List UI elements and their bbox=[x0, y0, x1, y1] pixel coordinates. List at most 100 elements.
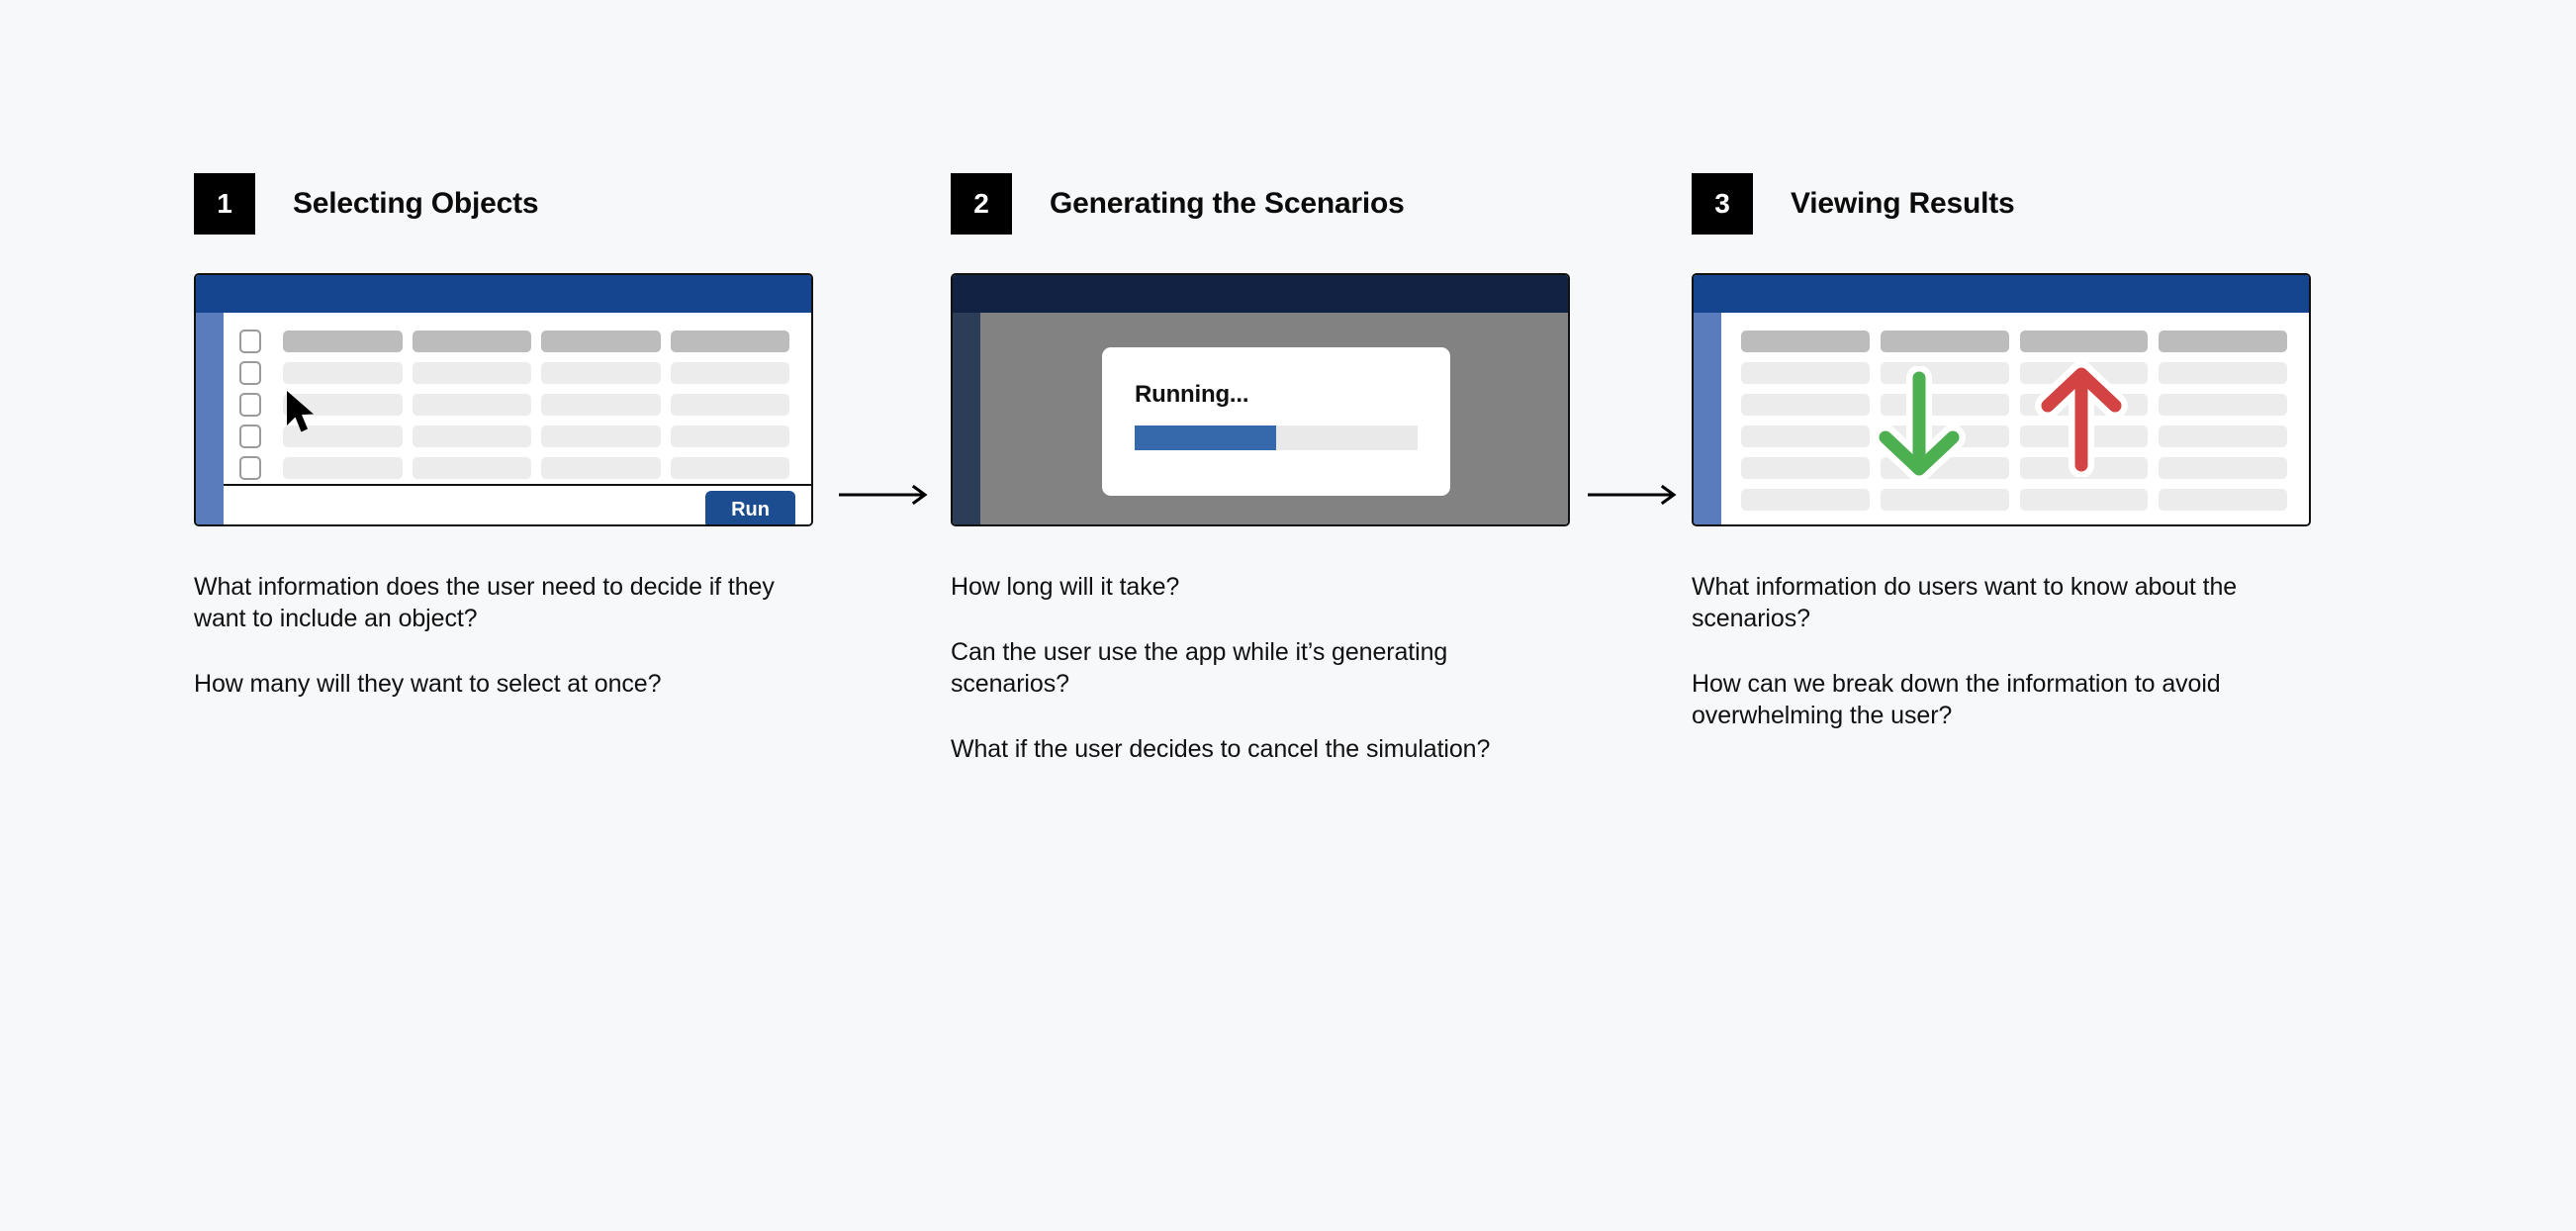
step-3-number-badge: 3 bbox=[1692, 173, 1753, 235]
step-column-1: 1 Selecting Objects Run What information… bbox=[194, 173, 819, 700]
table-cell bbox=[283, 394, 403, 416]
column-header-cell bbox=[1741, 331, 1870, 352]
column-header-cell bbox=[2159, 331, 2287, 352]
step-2-app-window: Running... bbox=[951, 273, 1570, 526]
row-checkbox[interactable] bbox=[239, 425, 261, 448]
table-cell bbox=[1741, 362, 1870, 384]
table-row[interactable] bbox=[1741, 484, 2287, 516]
table-cell bbox=[541, 362, 661, 384]
column-header-cell bbox=[541, 331, 661, 352]
step-1-title: Selecting Objects bbox=[293, 187, 539, 220]
progress-bar bbox=[1135, 426, 1418, 450]
select-all-checkbox[interactable] bbox=[239, 330, 261, 353]
table-cell bbox=[2159, 394, 2287, 416]
question-text: How long will it take? bbox=[951, 573, 1180, 601]
table-cell bbox=[2159, 457, 2287, 479]
table-cell bbox=[1741, 426, 1870, 447]
table-cell bbox=[541, 394, 661, 416]
object-selection-table bbox=[224, 313, 811, 484]
table-header-row bbox=[1741, 326, 2287, 357]
table-row[interactable] bbox=[239, 389, 789, 421]
table-cell bbox=[412, 426, 531, 447]
table-cell bbox=[670, 457, 789, 479]
window-sidebar[interactable] bbox=[196, 313, 224, 524]
window-body: Running... bbox=[953, 313, 1568, 524]
running-dialog: Running... bbox=[1102, 347, 1450, 496]
dialog-title: Running... bbox=[1135, 381, 1249, 408]
column-header-cell bbox=[670, 331, 789, 352]
table-row[interactable] bbox=[1741, 389, 2287, 421]
row-checkbox[interactable] bbox=[239, 361, 261, 385]
step-1-questions: What information does the user need to d… bbox=[194, 571, 815, 700]
table-row[interactable] bbox=[1741, 421, 2287, 452]
table-cell bbox=[541, 426, 661, 447]
step-3-title: Viewing Results bbox=[1791, 187, 2015, 220]
question-text: What if the user decides to cancel the s… bbox=[951, 735, 1491, 763]
window-titlebar bbox=[1694, 275, 2309, 313]
table-cell bbox=[670, 394, 789, 416]
table-cell bbox=[283, 362, 403, 384]
table-cell bbox=[283, 426, 403, 447]
table-cell bbox=[2159, 426, 2287, 447]
step-1-heading: 1 Selecting Objects bbox=[194, 173, 819, 235]
step-2-to-3-arrow bbox=[1588, 484, 1677, 506]
step-1-number-badge: 1 bbox=[194, 173, 255, 235]
table-cell bbox=[1880, 362, 2009, 384]
table-row[interactable] bbox=[239, 452, 789, 484]
question-text: What information does the user need to d… bbox=[194, 573, 775, 632]
table-cell bbox=[1880, 426, 2009, 447]
question-text: How many will they want to select at onc… bbox=[194, 670, 662, 698]
step-3-app-window bbox=[1692, 273, 2311, 526]
window-content: Run bbox=[224, 313, 811, 524]
window-titlebar bbox=[953, 275, 1568, 313]
column-header-cell bbox=[2019, 331, 2149, 352]
flow-diagram: 1 Selecting Objects Run What information… bbox=[0, 0, 2576, 1231]
window-sidebar bbox=[953, 313, 980, 524]
table-cell bbox=[670, 362, 789, 384]
table-cell bbox=[541, 457, 661, 479]
window-sidebar[interactable] bbox=[1694, 313, 1721, 524]
window-content bbox=[1721, 313, 2309, 524]
column-header-cell bbox=[412, 331, 531, 352]
table-cell bbox=[1880, 457, 2009, 479]
table-cell bbox=[2019, 362, 2149, 384]
table-cell bbox=[2019, 394, 2149, 416]
question-text: How can we break down the information to… bbox=[1692, 670, 2221, 729]
window-action-bar: Run bbox=[224, 484, 811, 524]
table-cell bbox=[1880, 489, 2009, 511]
table-cell bbox=[1741, 394, 1870, 416]
step-2-heading: 2 Generating the Scenarios bbox=[951, 173, 1576, 235]
column-header-cell bbox=[283, 331, 403, 352]
table-row[interactable] bbox=[239, 421, 789, 452]
table-row[interactable] bbox=[239, 357, 789, 389]
table-row[interactable] bbox=[1741, 357, 2287, 389]
step-column-2: 2 Generating the Scenarios Running... Ho… bbox=[951, 173, 1576, 765]
step-2-title: Generating the Scenarios bbox=[1050, 187, 1405, 220]
window-body: Run bbox=[196, 313, 811, 524]
table-cell bbox=[412, 394, 531, 416]
table-cell bbox=[1741, 489, 1870, 511]
table-cell bbox=[283, 457, 403, 479]
table-row[interactable] bbox=[1741, 452, 2287, 484]
table-header-row bbox=[239, 326, 789, 357]
step-column-3: 3 Viewing Results What information do us… bbox=[1692, 173, 2317, 731]
row-checkbox[interactable] bbox=[239, 456, 261, 480]
table-cell bbox=[2159, 489, 2287, 511]
row-checkbox[interactable] bbox=[239, 393, 261, 417]
step-1-app-window: Run bbox=[194, 273, 813, 526]
step-3-heading: 3 Viewing Results bbox=[1692, 173, 2317, 235]
step-3-questions: What information do users want to know a… bbox=[1692, 571, 2325, 731]
table-cell bbox=[2019, 489, 2149, 511]
step-1-to-2-arrow bbox=[839, 484, 928, 506]
results-table bbox=[1721, 313, 2309, 524]
table-cell bbox=[412, 457, 531, 479]
run-button[interactable]: Run bbox=[705, 491, 795, 524]
step-2-number-badge: 2 bbox=[951, 173, 1012, 235]
table-cell bbox=[2019, 426, 2149, 447]
table-cell bbox=[2159, 362, 2287, 384]
table-cell bbox=[2019, 457, 2149, 479]
table-cell bbox=[412, 362, 531, 384]
modal-scrim: Running... bbox=[980, 313, 1568, 524]
question-text: What information do users want to know a… bbox=[1692, 573, 2238, 632]
question-text: Can the user use the app while it’s gene… bbox=[951, 638, 1448, 698]
